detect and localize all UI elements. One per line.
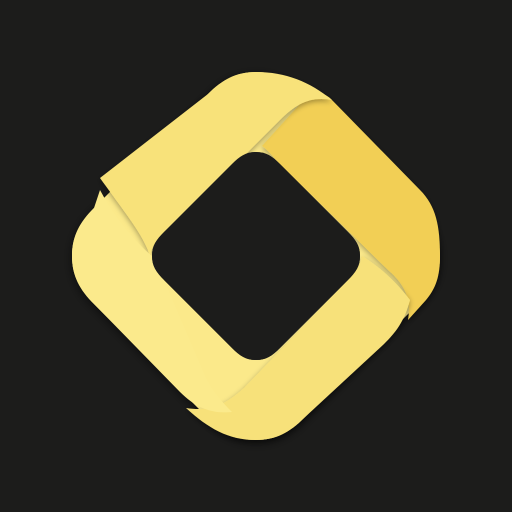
app-icon-canvas	[0, 0, 512, 512]
diamond-ring-logo-icon	[72, 72, 440, 440]
